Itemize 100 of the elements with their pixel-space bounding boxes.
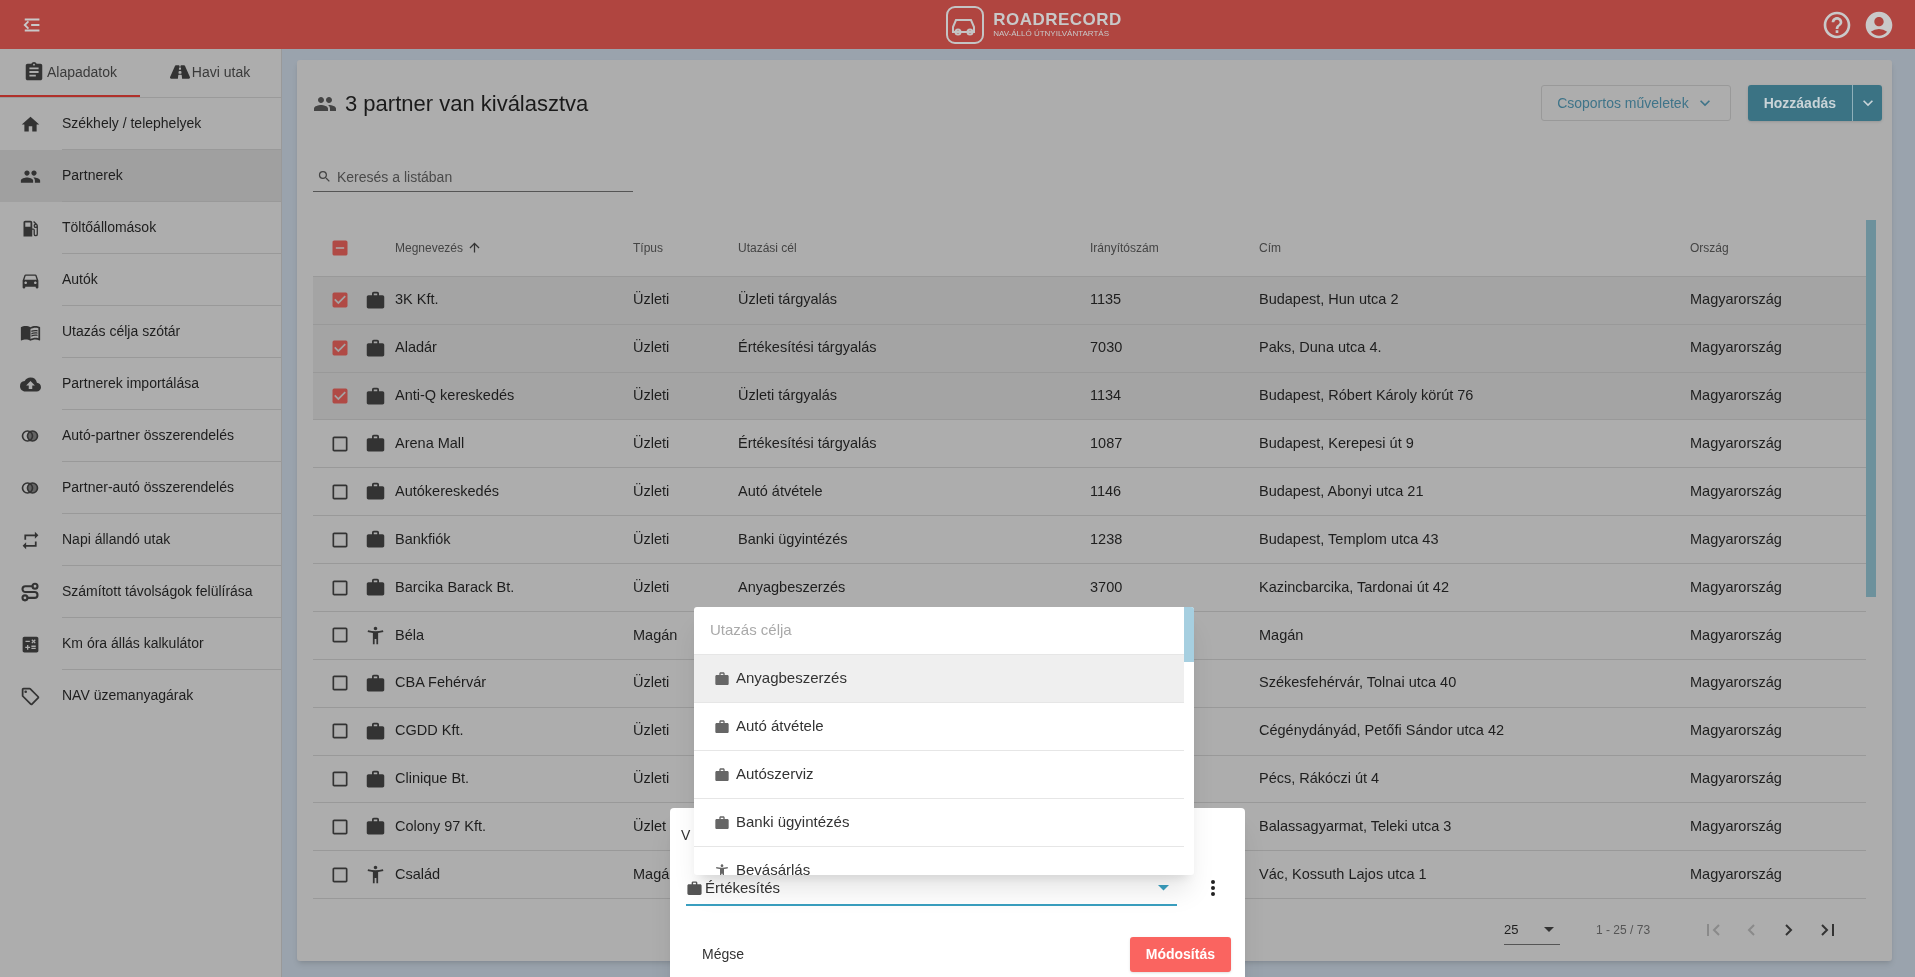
checkbox[interactable] xyxy=(330,721,350,742)
table-cell-text: Értékesítési tárgyalás xyxy=(738,434,877,454)
table-row[interactable]: Anti-Q kereskedés Üzleti Üzleti tárgyalás 1134 Budapest, Róbert Károly körút 76 Magyarország xyxy=(313,372,1867,421)
table-cell-text: Magyarország xyxy=(1690,434,1782,454)
table-cell-text: Üzleti xyxy=(633,577,670,597)
table-cell-text: Béla xyxy=(394,625,425,645)
column-header[interactable]: Ország xyxy=(1690,238,1729,257)
briefcase-icon xyxy=(714,814,730,831)
table-cell-text: Kazincbarcika, Tardonai út 42 xyxy=(1259,577,1449,597)
table-cell-text: Üzleti xyxy=(633,338,670,358)
table-cell-text: 1087 xyxy=(1090,434,1123,454)
column-header[interactable]: Irányítószám xyxy=(1090,238,1159,257)
table-cell-text: Budapest, Róbert Károly körút 76 xyxy=(1259,386,1474,406)
briefcase-icon xyxy=(714,766,730,783)
search-field[interactable]: Keresés a listában xyxy=(313,162,633,192)
sidebar-tab[interactable]: Alapadatok xyxy=(0,49,140,97)
page-title: 3 partner van kiválasztva xyxy=(345,90,589,118)
search-icon xyxy=(317,169,332,184)
briefcase-icon xyxy=(364,385,386,407)
dropdown-search-field[interactable]: Utazás célja xyxy=(710,619,1168,642)
more-options-icon xyxy=(1211,880,1215,896)
checkbox[interactable] xyxy=(330,769,350,790)
table-cell-text: Magán xyxy=(1259,625,1304,645)
table-cell-text: Magyarország xyxy=(1690,529,1782,549)
table-cell-text: Magyarország xyxy=(1690,290,1782,310)
column-header[interactable]: Megnevezés xyxy=(395,238,483,257)
checkbox[interactable] xyxy=(330,290,350,311)
sidebar-item[interactable]: Partnerek importálása xyxy=(0,358,281,410)
dropdown-option[interactable]: Anyagbeszerzés xyxy=(694,655,1184,703)
checkbox[interactable] xyxy=(330,673,350,694)
table-cell-text: 1134 xyxy=(1090,386,1122,406)
scrollbar[interactable] xyxy=(1866,220,1876,597)
dropdown-option[interactable]: Autó átvétele xyxy=(694,703,1184,751)
table-cell-text: CBA Fehérvár xyxy=(394,673,487,693)
sidebar-item[interactable]: Számított távolságok felülírása xyxy=(0,566,281,618)
table-cell-text: Székesfehérvár, Tolnai utca 40 xyxy=(1259,673,1457,693)
column-header[interactable]: Típus xyxy=(633,238,663,257)
table-cell-text: Magyarország xyxy=(1690,625,1782,645)
checkbox[interactable] xyxy=(330,386,350,407)
briefcase-icon xyxy=(364,672,386,694)
briefcase-icon xyxy=(364,768,386,790)
logo-subtitle: NAV-ÁLLÓ ÚTNYILVÁNTARTÁS xyxy=(993,30,1110,38)
table-cell-text: Üzleti xyxy=(633,673,670,693)
sidebar-item[interactable]: Utazás célja szótár xyxy=(0,306,281,358)
person-icon xyxy=(714,862,730,875)
briefcase-icon xyxy=(686,879,703,897)
table-cell-text: Aladár xyxy=(394,338,437,358)
cancel-button[interactable]: Mégse xyxy=(684,937,763,972)
logo-title: ROADRECORD xyxy=(993,11,1122,28)
table-cell-text: Magyarország xyxy=(1690,721,1782,741)
dropdown-option[interactable]: Banki ügyintézés xyxy=(694,799,1184,847)
table-row[interactable]: Aladár Üzleti Értékesítési tárgyalás 7030 Paks, Duna utca 4. Magyarország xyxy=(313,324,1867,373)
column-header[interactable]: Cím xyxy=(1259,238,1281,257)
tag-icon xyxy=(19,685,41,707)
dialog-title: V xyxy=(681,826,691,845)
table-cell-text: Barcika Barack Bt. xyxy=(394,577,515,597)
checkbox[interactable] xyxy=(330,338,350,359)
table-cell-text: Magyarország xyxy=(1690,817,1782,837)
briefcase-icon xyxy=(364,720,386,742)
table-cell-text: Magyarország xyxy=(1690,769,1782,789)
sidebar-item[interactable]: Partnerek xyxy=(0,150,281,202)
table-cell-text: 1238 xyxy=(1090,529,1123,549)
briefcase-icon xyxy=(364,289,386,311)
table-row[interactable]: Bankfiók Üzleti Banki ügyintézés 1238 Budapest, Templom utca 43 Magyarország xyxy=(313,516,1867,565)
column-header[interactable]: Utazási cél xyxy=(738,238,797,257)
table-row[interactable]: 3K Kft. Üzleti Üzleti tárgyalás 1135 Budapest, Hun utca 2 Magyarország xyxy=(313,276,1867,325)
table-row[interactable]: Autókereskedés Üzleti Autó átvétele 1146 Budapest, Abonyi utca 21 Magyarország xyxy=(313,468,1867,517)
table-cell-text: Clinique Bt. xyxy=(394,769,470,789)
table-cell-text: Üzleti tárgyalás xyxy=(738,386,838,406)
table-cell-text: Üzleti xyxy=(633,290,670,310)
road-icon xyxy=(169,62,190,82)
sidebar-tab[interactable]: Havi utak xyxy=(140,49,280,97)
table-cell-text: Budapest, Hun utca 2 xyxy=(1259,290,1399,310)
table-cell-text: Vác, Kossuth Lajos utca 1 xyxy=(1259,864,1427,884)
sidebar-item[interactable]: Partner-autó összerendelés xyxy=(0,462,281,514)
sidebar-item[interactable]: Napi állandó utak xyxy=(0,514,281,566)
sidebar-item[interactable]: NAV üzemanyagárak xyxy=(0,670,281,722)
table-cell-text: 1135 xyxy=(1090,290,1122,310)
table-cell-text: Autókereskedés xyxy=(394,481,499,501)
table-cell-text: Magyarország xyxy=(1690,386,1782,406)
first-page-icon xyxy=(1706,924,1720,937)
add-menu-button[interactable] xyxy=(1852,85,1882,121)
dropdown-option[interactable]: Bevásárlás xyxy=(694,847,1184,875)
dropdown-option[interactable]: Autószerviz xyxy=(694,751,1184,799)
sidebar-item[interactable]: Autó-partner összerendelés xyxy=(0,410,281,462)
table-cell-text: Pécs, Rákóczi út 4 xyxy=(1259,769,1380,789)
sidebar-item[interactable]: Töltőállomások xyxy=(0,202,281,254)
add-button[interactable]: Hozzáadás xyxy=(1747,85,1852,121)
table-cell-text: Üzleti xyxy=(633,529,670,549)
table-row[interactable]: Arena Mall Üzleti Értékesítési tárgyalás 1087 Budapest, Kerepesi út 9 Magyarország xyxy=(313,420,1867,469)
table-cell-text: Üzlet xyxy=(633,817,667,837)
briefcase-icon xyxy=(714,670,730,687)
sidebar-item[interactable]: Autók xyxy=(0,254,281,306)
table-cell-text: 3700 xyxy=(1090,577,1123,597)
page-size-select[interactable]: 25 xyxy=(1504,915,1560,946)
sidebar-item[interactable]: Km óra állás kalkulátor xyxy=(0,618,281,670)
table-cell-text: Budapest, Abonyi utca 21 xyxy=(1259,481,1424,501)
chevron-right-icon xyxy=(1785,924,1794,937)
scrollbar[interactable] xyxy=(1184,607,1194,662)
checkbox[interactable] xyxy=(330,625,350,646)
